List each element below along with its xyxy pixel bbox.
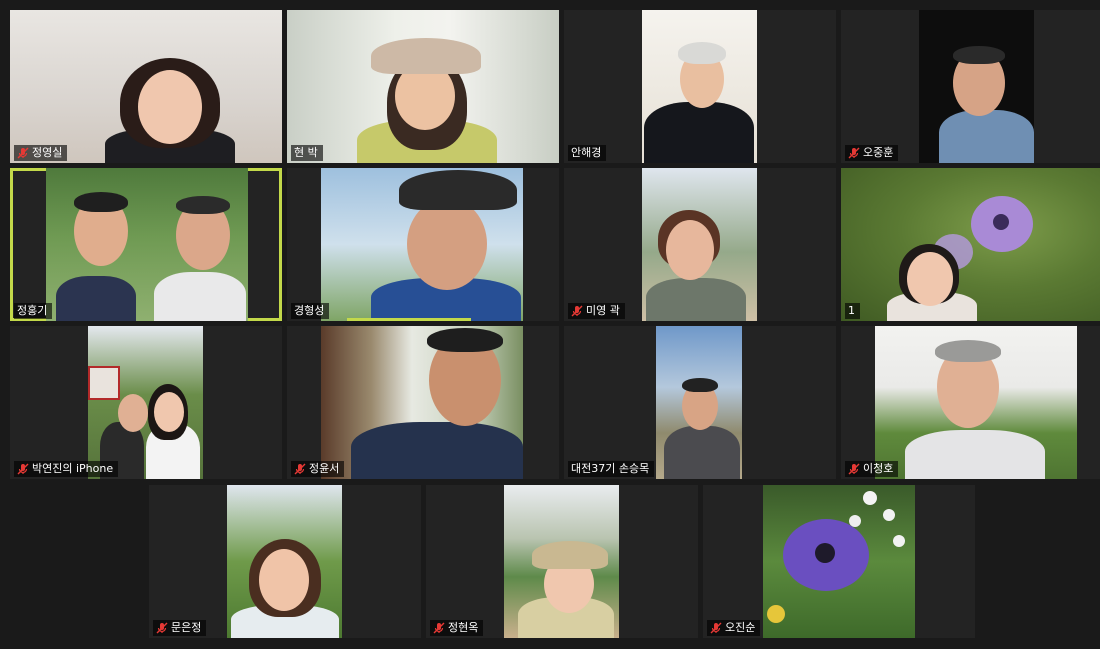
participant-name: 정홍기 (17, 304, 48, 317)
speaking-indicator (347, 318, 471, 321)
participant-video (841, 168, 1100, 321)
participant-tile[interactable]: 이청호 (841, 326, 1100, 479)
participant-name-tag: 안해경 (568, 145, 607, 161)
mic-off-icon (433, 622, 445, 634)
participant-name-tag: 대전37기 손승목 (568, 461, 655, 477)
participant-name: 대전37기 손승목 (571, 462, 650, 475)
participant-name: 미영 곽 (586, 304, 620, 317)
participant-tile[interactable]: 오진순 (703, 485, 975, 638)
mic-off-icon (848, 147, 860, 159)
participant-name-tag: 오중훈 (845, 145, 899, 161)
participant-name: 현 박 (294, 146, 318, 159)
participant-name: 이청호 (863, 462, 894, 475)
participant-video (642, 168, 757, 321)
gallery-view: 정영실 현 박 안해경 오중훈 정홍기 경형성 미영 곽 1 박연진의 iPho… (0, 0, 1100, 649)
participant-name: 오중훈 (863, 146, 894, 159)
participant-name: 1 (848, 304, 855, 317)
participant-name-tag: 현 박 (291, 145, 323, 161)
participant-name: 정영실 (32, 146, 63, 159)
participant-name-tag: 오진순 (707, 620, 761, 636)
participant-name-tag: 정홍기 (14, 303, 53, 319)
participant-name: 오진순 (725, 621, 756, 634)
participant-video (10, 10, 282, 163)
participant-tile[interactable]: 정영실 (10, 10, 282, 163)
participant-video (656, 326, 742, 479)
participant-tile[interactable]: 정현옥 (426, 485, 698, 638)
participant-tile[interactable]: 문은정 (149, 485, 421, 638)
participant-name: 경형성 (294, 304, 325, 317)
participant-name-tag: 박연진의 iPhone (14, 461, 119, 477)
participant-tile[interactable]: 현 박 (287, 10, 559, 163)
participant-name-tag: 1 (845, 303, 860, 319)
mic-off-icon (156, 622, 168, 634)
participant-video (642, 10, 757, 163)
mic-off-icon (17, 147, 29, 159)
mic-off-icon (848, 463, 860, 475)
participant-video (287, 10, 559, 163)
mic-off-icon (710, 622, 722, 634)
participant-name-tag: 정영실 (14, 145, 68, 161)
participant-video (919, 10, 1034, 163)
participant-name: 박연진의 iPhone (32, 462, 114, 475)
participant-tile[interactable]: 박연진의 iPhone (10, 326, 282, 479)
participant-name-tag: 문은정 (153, 620, 207, 636)
participant-video (227, 485, 342, 638)
participant-name-tag: 정현옥 (430, 620, 484, 636)
participant-video (321, 326, 523, 479)
participant-name-tag: 이청호 (845, 461, 899, 477)
participant-tile[interactable]: 오중훈 (841, 10, 1100, 163)
participant-name-tag: 정윤서 (291, 461, 345, 477)
participant-name: 정윤서 (309, 462, 340, 475)
participant-video (504, 485, 619, 638)
mic-off-icon (571, 305, 583, 317)
participant-tile[interactable]: 안해경 (564, 10, 836, 163)
participant-tile[interactable]: 미영 곽 (564, 168, 836, 321)
participant-video (88, 326, 203, 479)
participant-name: 안해경 (571, 146, 602, 159)
participant-name-tag: 경형성 (291, 303, 330, 319)
participant-video (763, 485, 915, 638)
participant-tile[interactable]: 경형성 (287, 168, 559, 321)
participant-video (46, 168, 248, 321)
participant-tile[interactable]: 정윤서 (287, 326, 559, 479)
participant-tile[interactable]: 1 (841, 168, 1100, 321)
participant-tile-active-speaker[interactable]: 정홍기 (10, 168, 282, 321)
mic-off-icon (17, 463, 29, 475)
participant-tile[interactable]: 대전37기 손승목 (564, 326, 836, 479)
participant-video (321, 168, 523, 321)
participant-name: 문은정 (171, 621, 202, 634)
participant-name-tag: 미영 곽 (568, 303, 625, 319)
mic-off-icon (294, 463, 306, 475)
participant-name: 정현옥 (448, 621, 479, 634)
participant-video (875, 326, 1077, 479)
